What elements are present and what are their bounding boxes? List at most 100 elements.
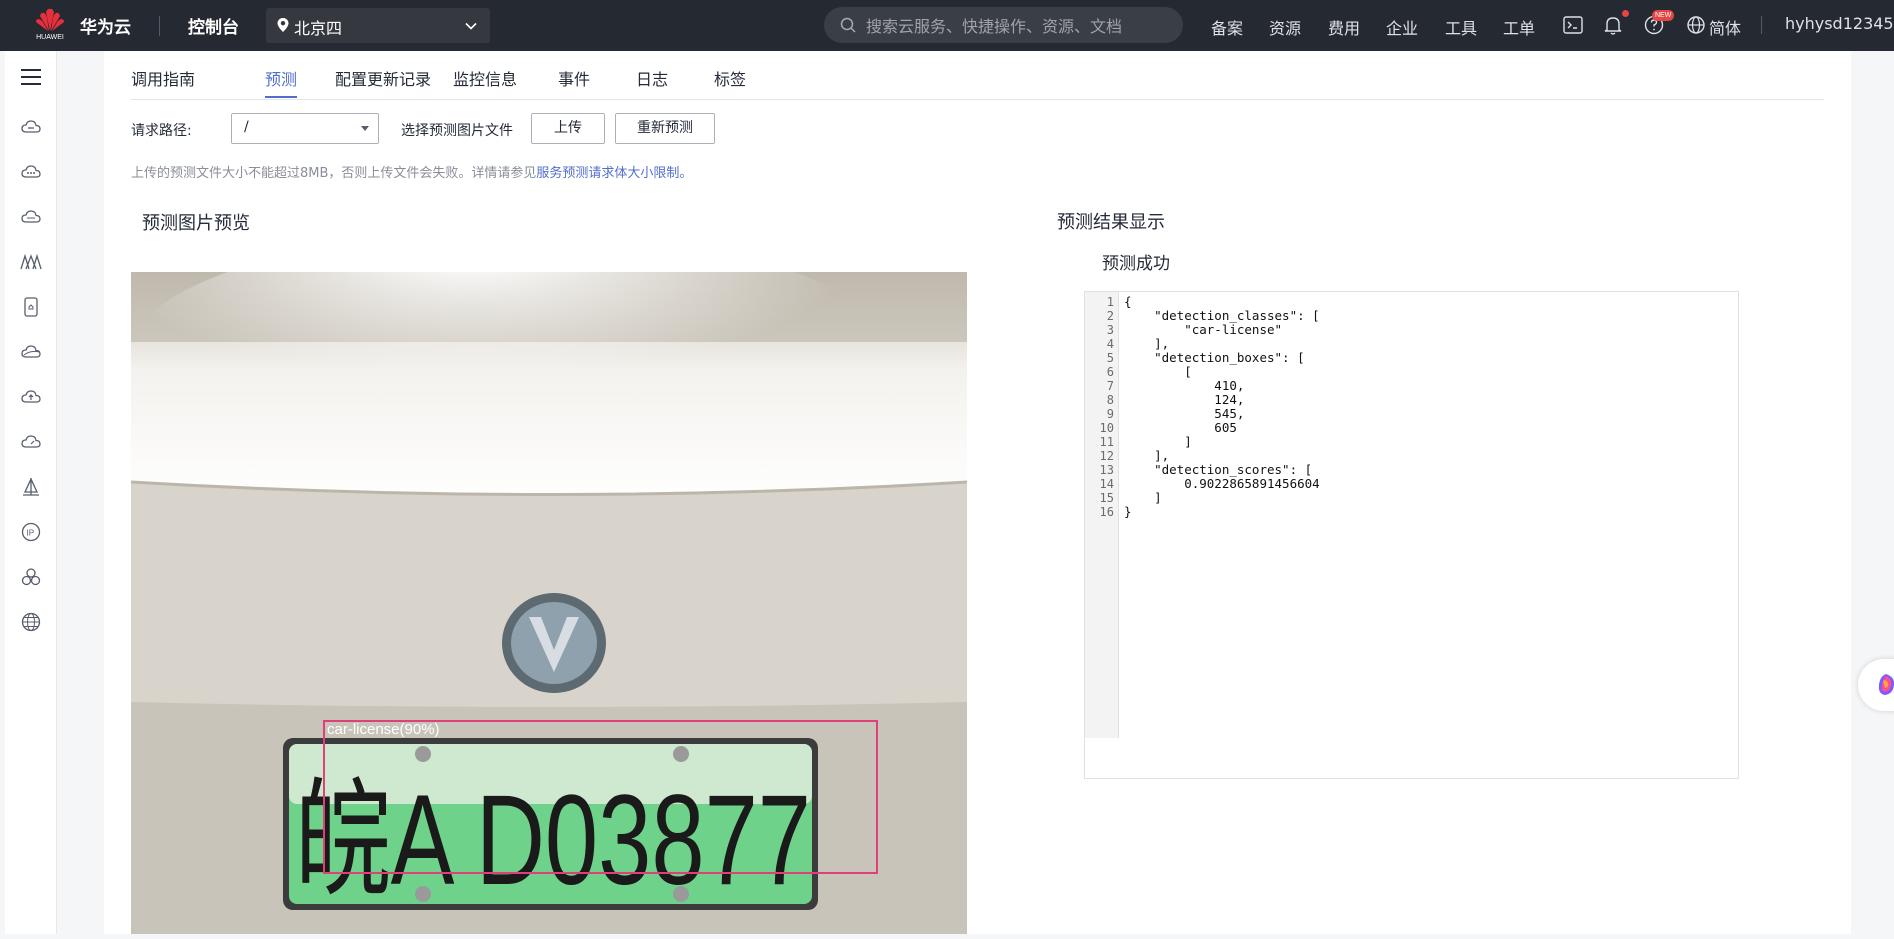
- select-file-label: 选择预测图片文件: [401, 123, 513, 139]
- line-number: 5: [1106, 351, 1114, 365]
- cloud-obs-icon[interactable]: [20, 206, 42, 228]
- new-badge: NEW: [1652, 10, 1675, 21]
- left-rail: IP: [5, 51, 57, 934]
- code-line: }: [1124, 504, 1132, 519]
- language-switch[interactable]: 简体: [1709, 15, 1741, 39]
- huawei-logo[interactable]: HUAWEI: [34, 8, 66, 44]
- mountain-icon[interactable]: [20, 251, 42, 273]
- globe-network-icon[interactable]: [20, 611, 42, 633]
- line-number: 14: [1099, 477, 1114, 491]
- line-number: 11: [1099, 435, 1114, 449]
- nav-tickets[interactable]: 工单: [1503, 15, 1535, 39]
- svg-text:IP: IP: [27, 529, 35, 538]
- prediction-image-preview: 皖A D03877 car-license(90%): [131, 272, 967, 934]
- request-path-select[interactable]: /: [231, 113, 379, 144]
- location-pin-icon: [277, 18, 289, 32]
- tab-monitoring[interactable]: 监控信息: [453, 66, 517, 90]
- predict-status: 预测成功: [1102, 254, 1170, 274]
- line-number: 2: [1106, 309, 1114, 323]
- line-number: 13: [1099, 463, 1114, 477]
- result-title: 预测结果显示: [1057, 212, 1165, 233]
- phone-icon[interactable]: [20, 296, 42, 318]
- request-path-value: /: [244, 119, 249, 135]
- region-selector[interactable]: 北京四: [266, 8, 490, 43]
- code-line: 545,: [1124, 406, 1245, 421]
- code-line: ]: [1124, 490, 1162, 505]
- result-json-editor[interactable]: 1 2 3 4 5 6 7 8 9 10 11 12 13 14 15 16 {…: [1084, 291, 1739, 779]
- assistant-float-button[interactable]: [1858, 659, 1894, 711]
- line-number: 3: [1106, 323, 1114, 337]
- line-number: 7: [1106, 379, 1114, 393]
- tab-call-guide[interactable]: 调用指南: [131, 66, 195, 90]
- code-line: 605: [1124, 420, 1237, 435]
- code-line: "car-license": [1124, 322, 1283, 337]
- code-line: ]: [1124, 434, 1192, 449]
- preview-title: 预测图片预览: [142, 213, 250, 234]
- sail-icon[interactable]: [20, 476, 42, 498]
- nav-resources[interactable]: 资源: [1269, 15, 1301, 39]
- hint-text: 上传的预测文件大小不能超过8MB，否则上传文件会失败。详情请参见: [131, 166, 537, 181]
- code-line: 0.9022865891456604: [1124, 476, 1320, 491]
- code-line: "detection_scores": [: [1124, 462, 1313, 477]
- divider: [1761, 16, 1762, 34]
- code-line: [: [1124, 364, 1192, 379]
- chevron-down-icon: [465, 22, 477, 30]
- nav-enterprise[interactable]: 企业: [1386, 15, 1418, 39]
- tab-bar: 调用指南 预测 配置更新记录 监控信息 事件 日志 标签: [131, 51, 1824, 100]
- upload-button[interactable]: 上传: [531, 113, 605, 144]
- tab-config-history[interactable]: 配置更新记录: [335, 66, 431, 90]
- username[interactable]: hyhysd123456: [1785, 14, 1894, 33]
- tab-predict[interactable]: 预测: [265, 66, 297, 90]
- terminal-icon[interactable]: [1562, 14, 1584, 36]
- global-search[interactable]: [824, 7, 1183, 45]
- top-bar: HUAWEI 华为云 控制台 北京四 备案 资源 费用 企业 工具 工单 NEW…: [0, 0, 1894, 51]
- brand-name[interactable]: 华为云: [80, 13, 131, 38]
- console-link[interactable]: 控制台: [188, 13, 239, 38]
- bell-icon[interactable]: [1602, 14, 1624, 36]
- caret-down-icon: [361, 126, 369, 131]
- region-label: 北京四: [294, 19, 343, 38]
- cloud-icon[interactable]: [20, 116, 42, 138]
- line-number: 8: [1106, 393, 1114, 407]
- menu-icon[interactable]: [20, 67, 42, 87]
- detection-label: car-license(90%): [327, 721, 440, 738]
- line-number: 15: [1099, 491, 1114, 505]
- ip-icon[interactable]: IP: [20, 521, 42, 543]
- tab-events[interactable]: 事件: [558, 66, 590, 90]
- tab-logs[interactable]: 日志: [636, 66, 668, 90]
- code-line: 410,: [1124, 378, 1245, 393]
- cloud-layers-icon[interactable]: [20, 341, 42, 363]
- size-limit-link[interactable]: 服务预测请求体大小限制。: [536, 166, 692, 181]
- search-icon: [840, 17, 856, 33]
- tab-tags[interactable]: 标签: [714, 66, 746, 90]
- request-path-label: 请求路径:: [131, 123, 192, 139]
- nav-billing[interactable]: 费用: [1328, 15, 1360, 39]
- cloud-upload-icon[interactable]: [20, 386, 42, 408]
- code-line: ],: [1124, 448, 1170, 463]
- nav-tools[interactable]: 工具: [1445, 15, 1477, 39]
- line-number: 12: [1099, 449, 1114, 463]
- notification-dot: [1622, 10, 1629, 17]
- code-line: "detection_boxes": [: [1124, 350, 1305, 365]
- cloud-gauge-icon[interactable]: [20, 431, 42, 453]
- repredict-button[interactable]: 重新预测: [615, 113, 715, 144]
- line-number: 9: [1106, 407, 1114, 421]
- logo-text: HUAWEI: [36, 34, 64, 41]
- code-line: "detection_classes": [: [1124, 308, 1320, 323]
- active-tab-indicator: [265, 96, 297, 98]
- main-panel: 调用指南 预测 配置更新记录 监控信息 事件 日志 标签 请求路径: / 选择预…: [104, 51, 1851, 934]
- cluster-icon[interactable]: [20, 566, 42, 588]
- search-input[interactable]: [864, 7, 1168, 45]
- cloud-dots-icon[interactable]: [20, 161, 42, 183]
- huawei-flower-icon: [36, 8, 64, 32]
- code-line: ],: [1124, 336, 1170, 351]
- line-number: 10: [1099, 421, 1114, 435]
- divider: [159, 16, 160, 36]
- nav-filing[interactable]: 备案: [1211, 15, 1243, 39]
- code-line: 124,: [1124, 392, 1245, 407]
- line-number: 16: [1099, 505, 1114, 519]
- line-number: 6: [1106, 365, 1114, 379]
- ai-assistant-icon: [1878, 674, 1894, 695]
- line-number-gutter: 1 2 3 4 5 6 7 8 9 10 11 12 13 14 15 16: [1085, 292, 1119, 738]
- globe-icon[interactable]: [1685, 14, 1707, 36]
